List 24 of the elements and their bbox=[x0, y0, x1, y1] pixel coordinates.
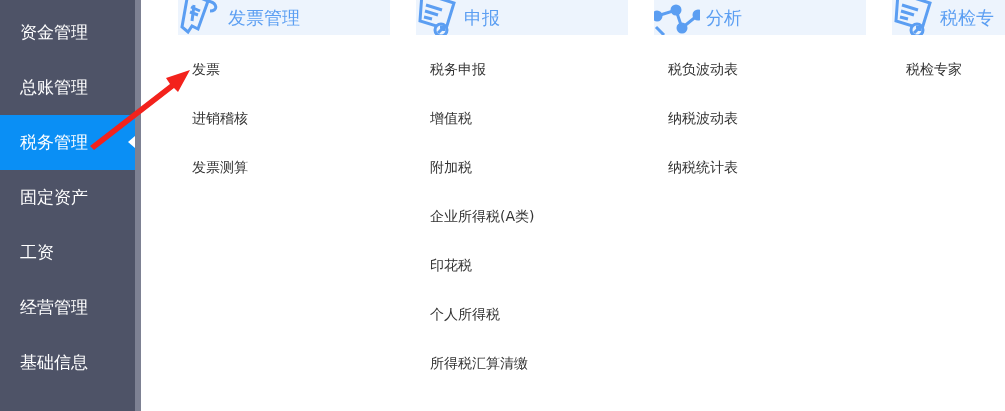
menu-link[interactable]: 纳税波动表 bbox=[668, 108, 866, 129]
sidebar-item[interactable]: 经营管理 bbox=[0, 280, 135, 335]
menu-link[interactable]: 企业所得税(A类) bbox=[430, 206, 628, 227]
menu-link[interactable]: 税负波动表 bbox=[668, 59, 866, 80]
menu-link[interactable]: 个人所得税 bbox=[430, 304, 628, 325]
sidebar-item[interactable]: 固定资产 bbox=[0, 170, 135, 225]
section-title: 发票管理 bbox=[228, 6, 300, 30]
menu-link[interactable]: 发票 bbox=[192, 59, 390, 80]
sidebar-item[interactable]: 总账管理 bbox=[0, 60, 135, 115]
menu-link[interactable]: 附加税 bbox=[430, 157, 628, 178]
sidebar-item[interactable]: 资金管理 bbox=[0, 5, 135, 60]
sidebar-item[interactable]: 基础信息 bbox=[0, 335, 135, 390]
section-title: 分析 bbox=[706, 6, 742, 30]
menu-link[interactable]: 增值税 bbox=[430, 108, 628, 129]
menu-link[interactable]: 发票测算 bbox=[192, 157, 390, 178]
section-title: 申报 bbox=[464, 6, 500, 30]
menu-link[interactable]: 印花税 bbox=[430, 255, 628, 276]
menu-link[interactable]: 税务申报 bbox=[430, 59, 628, 80]
menu-link[interactable]: 所得税汇算清缴 bbox=[430, 353, 628, 374]
menu-link[interactable]: 税检专家 bbox=[906, 59, 1005, 80]
menu-link[interactable]: 纳税统计表 bbox=[668, 157, 866, 178]
menu-link[interactable]: 进销稽核 bbox=[192, 108, 390, 129]
section-title: 税检专 bbox=[940, 6, 994, 30]
sidebar-item[interactable]: 工资 bbox=[0, 225, 135, 280]
